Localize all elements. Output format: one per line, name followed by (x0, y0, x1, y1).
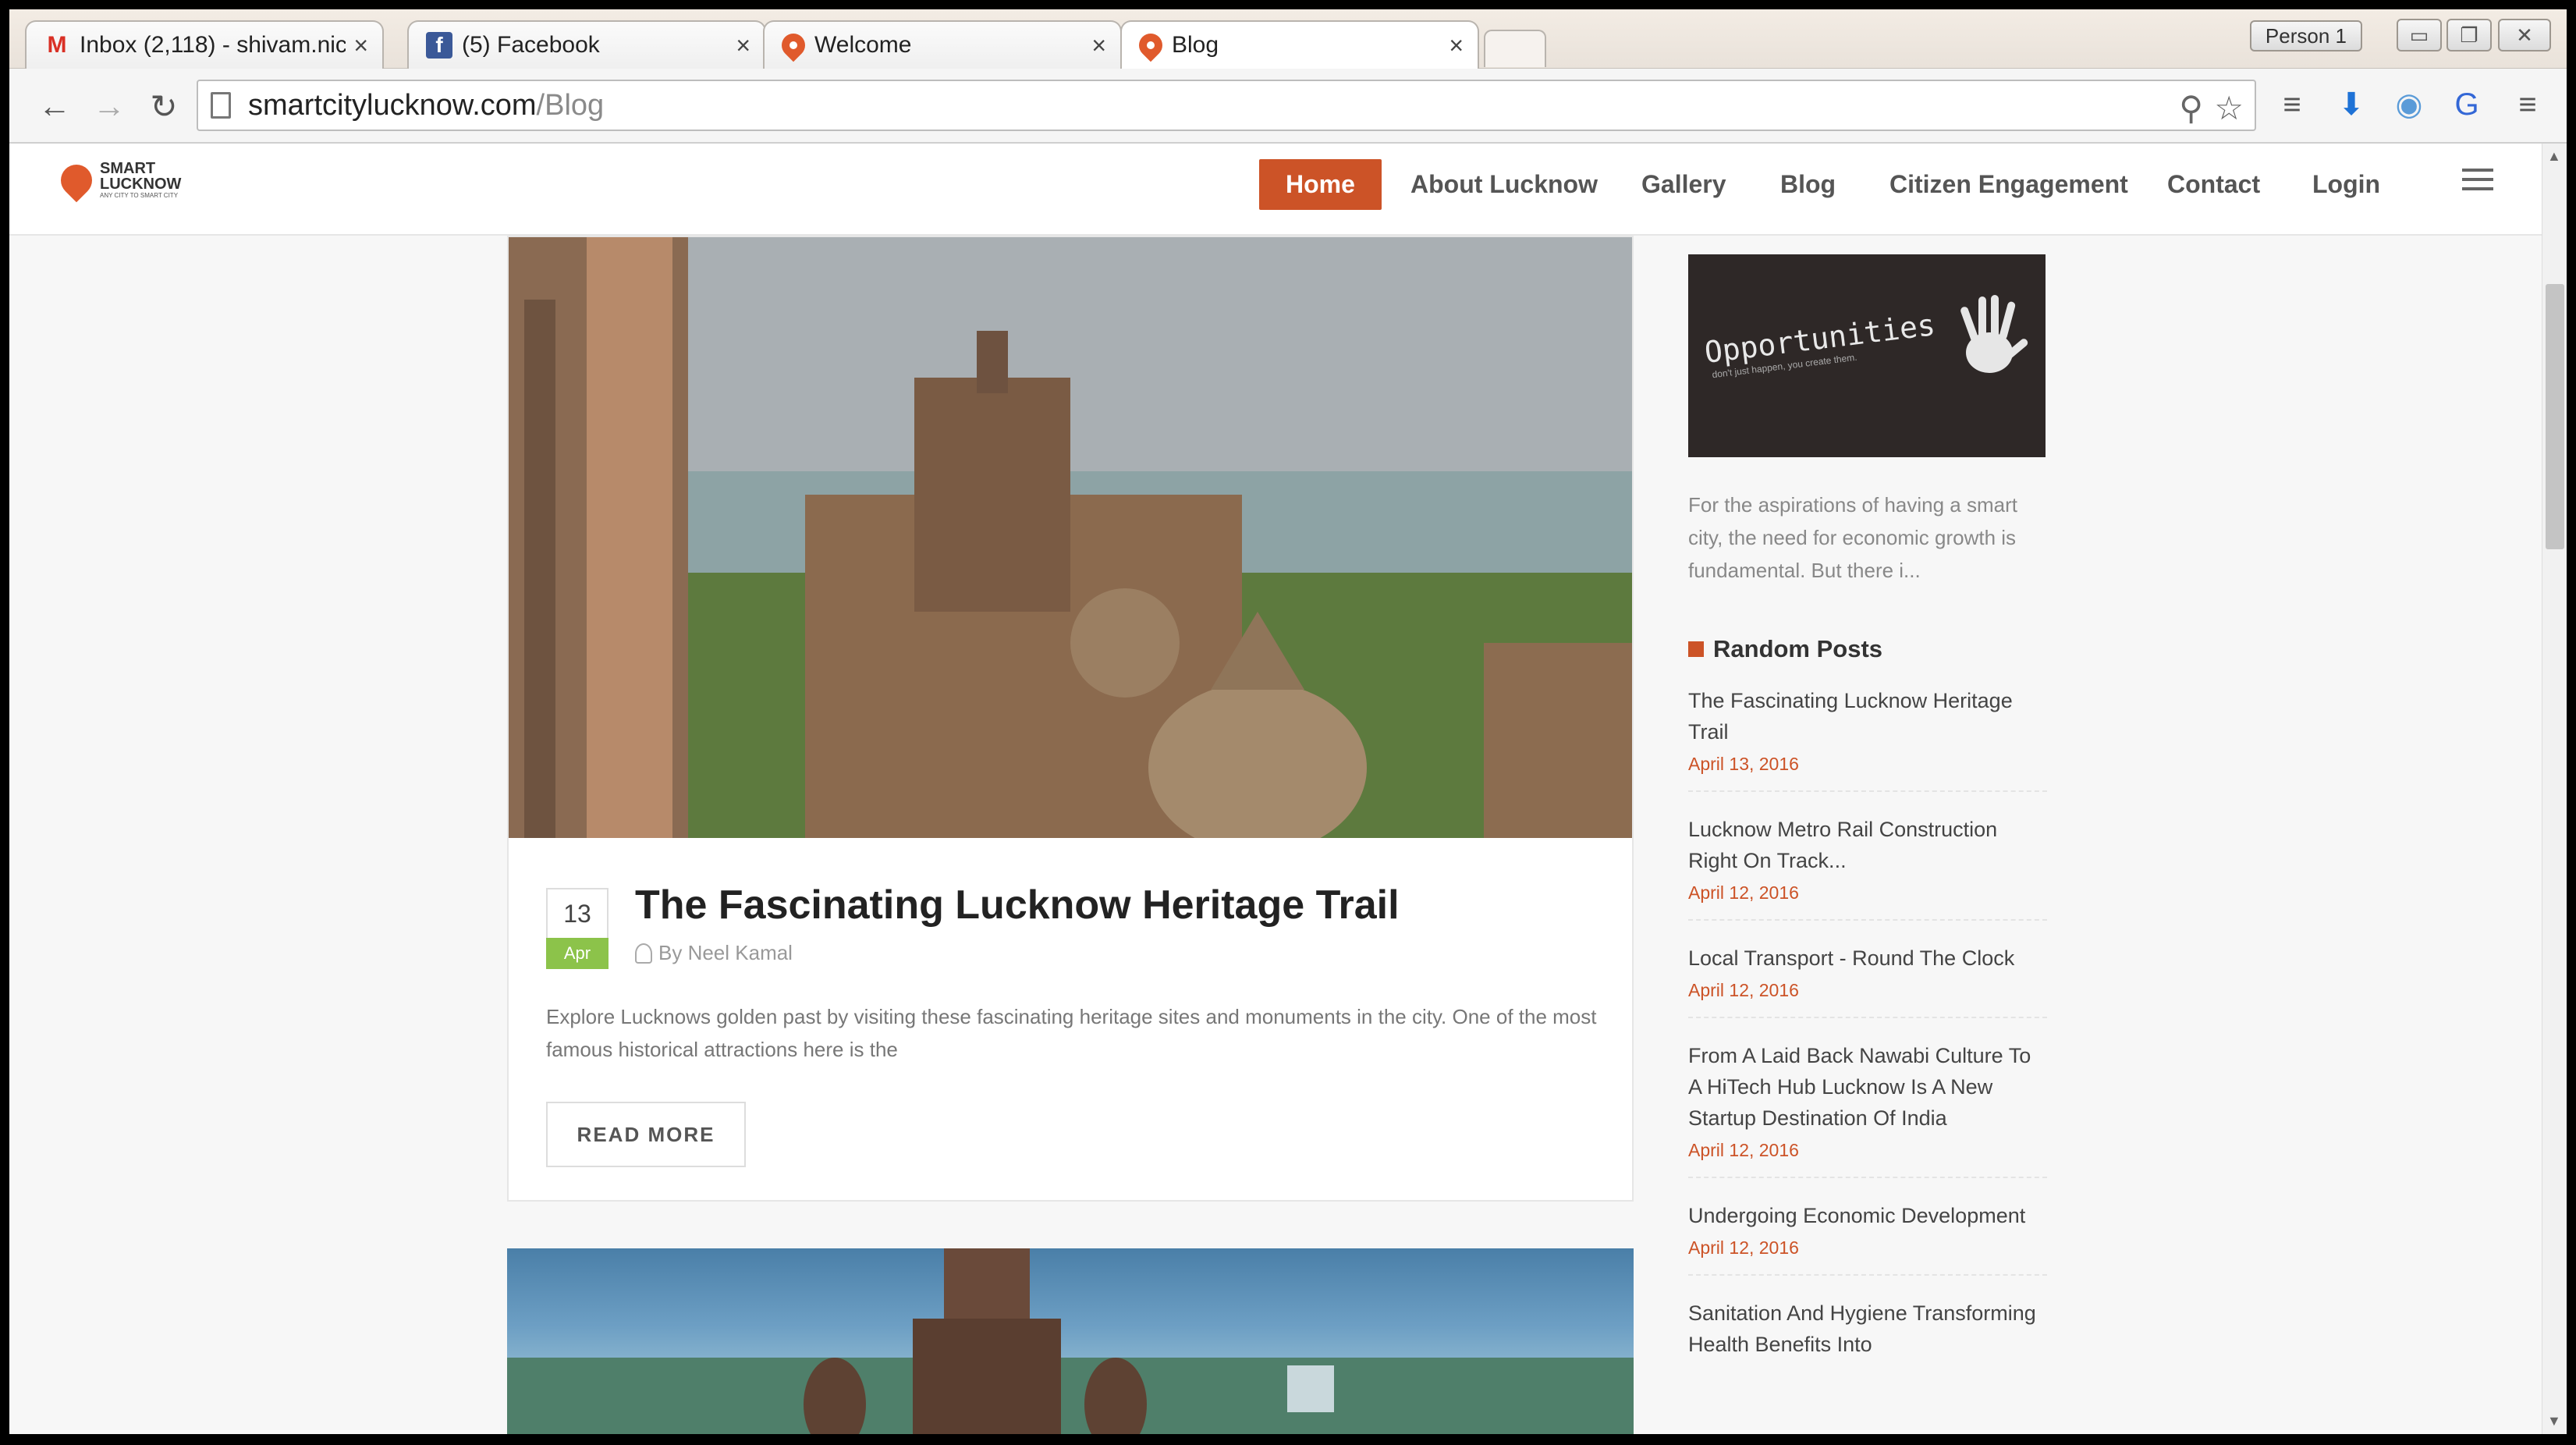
tab-blog[interactable]: Blog × (1120, 20, 1479, 69)
random-post-title[interactable]: Local Transport - Round The Clock (1688, 943, 2047, 974)
random-post-date: April 12, 2016 (1688, 1237, 1799, 1258)
opportunities-banner[interactable]: Opportunities don't just happen, you cre… (1688, 254, 2046, 457)
site-logo[interactable]: SMART LUCKNOW ANY CITY TO SMART CITY (54, 158, 182, 202)
random-post-date: April 12, 2016 (1688, 882, 1799, 903)
url-host: smartcitylucknow.com (248, 88, 537, 122)
page-icon (211, 92, 231, 119)
nav-citizen-engagement[interactable]: Citizen Engagement (1889, 170, 2128, 199)
close-tab-icon[interactable]: × (353, 31, 368, 60)
close-tab-icon[interactable]: × (736, 31, 750, 60)
tab-welcome[interactable]: Welcome × (763, 20, 1122, 69)
nav-contact[interactable]: Contact (2167, 170, 2260, 199)
nav-home[interactable]: Home (1259, 159, 1382, 210)
restore-icon[interactable]: ❐ (2446, 19, 2492, 51)
nav-login[interactable]: Login (2312, 170, 2380, 199)
random-post-item[interactable]: Local Transport - Round The Clock April … (1688, 921, 2047, 1018)
random-post-item[interactable]: Lucknow Metro Rail Construction Right On… (1688, 792, 2047, 921)
random-post-item[interactable]: Sanitation And Hygiene Transforming Heal… (1688, 1276, 2047, 1382)
page-scrollbar[interactable]: ▲ ▼ (2542, 144, 2567, 1434)
random-post-title[interactable]: Lucknow Metro Rail Construction Right On… (1688, 814, 2047, 876)
page-viewport: SMART LUCKNOW ANY CITY TO SMART CITY Hom… (9, 144, 2542, 1434)
tab-strip: M Inbox (2,118) - shivam.nic × f (5) Fac… (9, 9, 2567, 69)
url-path: /Blog (536, 88, 605, 122)
post-date-day: 13 (546, 888, 609, 938)
tab-title: Inbox (2,118) - shivam.nic (80, 32, 346, 58)
post-featured-image[interactable] (509, 237, 1632, 838)
post-date-month: Apr (546, 938, 609, 969)
browser-window: M Inbox (2,118) - shivam.nic × f (5) Fac… (9, 9, 2567, 1434)
logo-line1: SMART (100, 160, 156, 177)
forward-icon[interactable]: → (89, 86, 130, 126)
close-tab-icon[interactable]: × (1449, 31, 1464, 60)
random-post-item[interactable]: From A Laid Back Nawabi Culture To A HiT… (1688, 1018, 2047, 1178)
random-post-title[interactable]: Undergoing Economic Development (1688, 1200, 2047, 1231)
back-icon[interactable]: ← (34, 86, 75, 126)
post-excerpt: Explore Lucknows golden past by visiting… (546, 1005, 1597, 1061)
camera-icon[interactable]: ◉ (2389, 84, 2429, 125)
blog-post-card: 13 Apr The Fascinating Lucknow Heritage … (507, 236, 1634, 1202)
next-post-image[interactable] (507, 1248, 1634, 1434)
random-post-item[interactable]: Undergoing Economic Development April 12… (1688, 1178, 2047, 1276)
random-post-title[interactable]: Sanitation And Hygiene Transforming Heal… (1688, 1298, 2047, 1360)
reading-list-icon[interactable]: ≡ (2272, 84, 2312, 125)
address-bar[interactable]: smartcitylucknow.com /Blog ⚲ ☆ (197, 80, 2256, 131)
random-post-title[interactable]: The Fascinating Lucknow Heritage Trail (1688, 685, 2047, 747)
tab-title: Blog (1172, 32, 1219, 58)
scrollbar-thumb[interactable] (2546, 284, 2564, 549)
post-author-name: By Neel Kamal (658, 941, 793, 964)
browser-toolbar: ← → ↻ smartcitylucknow.com /Blog ⚲ ☆ ≡ ⬇… (9, 69, 2567, 144)
heritage-photo (509, 237, 1632, 838)
download-icon[interactable]: ⬇ (2331, 84, 2372, 125)
tab-title: Welcome (814, 32, 912, 58)
random-post-date: April 13, 2016 (1688, 754, 1799, 774)
tab-gmail[interactable]: M Inbox (2,118) - shivam.nic × (25, 20, 384, 69)
random-post-title[interactable]: From A Laid Back Nawabi Culture To A HiT… (1688, 1040, 2047, 1134)
smart-lucknow-icon (776, 28, 811, 62)
bookmark-star-icon[interactable]: ☆ (2214, 89, 2244, 127)
user-icon (635, 943, 652, 964)
post-author: By Neel Kamal (635, 941, 793, 965)
scroll-up-arrow-icon[interactable]: ▲ (2547, 148, 2561, 165)
reload-icon[interactable]: ↻ (144, 86, 184, 126)
facebook-icon: f (426, 32, 452, 59)
new-tab-button[interactable] (1484, 30, 1546, 67)
random-post-date: April 12, 2016 (1688, 980, 1799, 1000)
close-window-icon[interactable]: ✕ (2498, 19, 2551, 51)
random-post-item[interactable]: The Fascinating Lucknow Heritage Trail A… (1688, 663, 2047, 792)
logo-line2: LUCKNOW (100, 176, 182, 193)
sidebar: Opportunities don't just happen, you cre… (1688, 254, 2047, 1382)
next-post-photo (507, 1248, 1634, 1434)
close-tab-icon[interactable]: × (1091, 31, 1106, 60)
nav-about-lucknow[interactable]: About Lucknow (1410, 170, 1598, 199)
gmail-icon: M (47, 32, 67, 58)
tab-title: (5) Facebook (462, 32, 600, 58)
logo-pin-icon (54, 158, 99, 202)
tab-facebook[interactable]: f (5) Facebook × (407, 20, 766, 69)
scroll-down-arrow-icon[interactable]: ▼ (2547, 1413, 2561, 1429)
heading-square-icon (1688, 641, 1704, 657)
random-posts-heading-text: Random Posts (1713, 635, 1883, 662)
banner-description: For the aspirations of having a smart ci… (1688, 493, 2017, 582)
site-header: SMART LUCKNOW ANY CITY TO SMART CITY Hom… (9, 144, 2542, 236)
hamburger-menu-icon[interactable] (2462, 169, 2493, 197)
translate-icon[interactable]: G (2446, 84, 2487, 125)
menu-icon[interactable]: ≡ (2507, 84, 2548, 125)
random-posts-heading: Random Posts (1688, 635, 2047, 663)
nav-gallery[interactable]: Gallery (1641, 170, 1726, 199)
post-date-badge: 13 Apr (546, 888, 609, 969)
logo-tagline: ANY CITY TO SMART CITY (100, 192, 179, 199)
minimize-icon[interactable]: ▭ (2397, 19, 2442, 51)
post-title[interactable]: The Fascinating Lucknow Heritage Trail (635, 882, 1400, 928)
search-icon[interactable]: ⚲ (2179, 89, 2203, 127)
nav-blog[interactable]: Blog (1780, 170, 1836, 199)
smart-lucknow-icon (1134, 28, 1168, 62)
handprint-icon (1960, 295, 2028, 373)
random-post-date: April 12, 2016 (1688, 1140, 1799, 1160)
profile-button[interactable]: Person 1 (2249, 20, 2362, 51)
read-more-button[interactable]: READ MORE (546, 1102, 746, 1167)
